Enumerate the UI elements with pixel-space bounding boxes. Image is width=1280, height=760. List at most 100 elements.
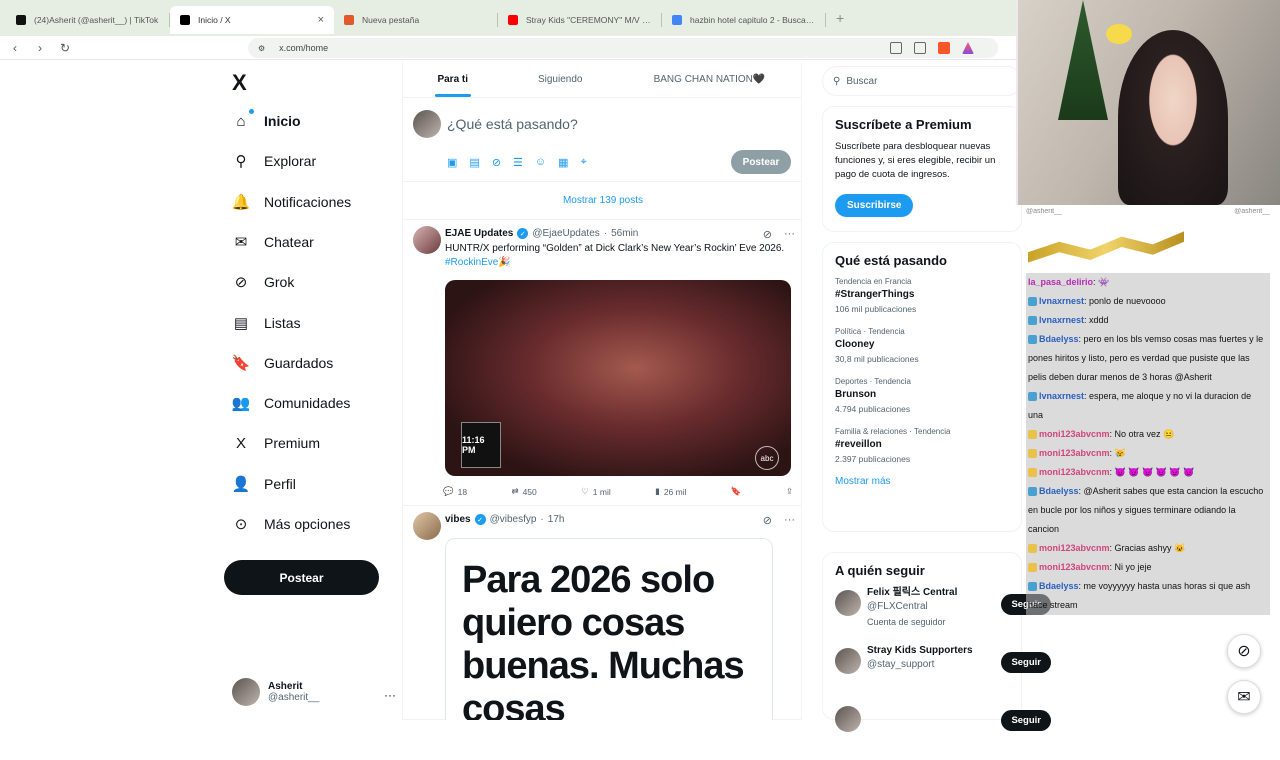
tweet[interactable]: EJAE Updates ✓ @EjaeUpdates · 56min ⊘ ··… bbox=[403, 220, 801, 506]
tweet-video[interactable]: 11:16 PM abc bbox=[445, 280, 791, 476]
account-switcher[interactable]: Asherit @asherit__ ··· bbox=[232, 678, 396, 706]
chat-message: moni123abvcnm: Gracias ashyy 😺 bbox=[1026, 539, 1270, 558]
post-button[interactable]: Postear bbox=[224, 560, 379, 595]
compose-tools: ▣ ▤ ⊘ ☰ ☺ ▦ ⌖ bbox=[447, 156, 587, 169]
tweet-handle[interactable]: @EjaeUpdates bbox=[532, 228, 599, 239]
account-name: Asherit bbox=[268, 681, 303, 692]
tweet-handle[interactable]: @vibesfyp bbox=[490, 514, 537, 525]
sidebar-item-label: Premium bbox=[264, 435, 321, 452]
compose-box: ¿Qué está pasando? ▣ ▤ ⊘ ☰ ☺ ▦ ⌖ Postear bbox=[403, 98, 801, 182]
site-info-icon[interactable]: ⚙ bbox=[258, 44, 265, 53]
mail-icon: ✉ bbox=[234, 233, 248, 251]
sidebar-item-perfil[interactable]: 👤 Perfil bbox=[232, 475, 296, 493]
subscribe-button[interactable]: Suscribirse bbox=[835, 194, 914, 217]
share-icon[interactable] bbox=[914, 42, 926, 54]
x-logo[interactable]: X bbox=[232, 70, 247, 96]
more-icon[interactable]: ··· bbox=[384, 688, 396, 702]
heart-icon: ♡ bbox=[581, 486, 589, 496]
sidebar-item-grok[interactable]: ⊘ Grok bbox=[232, 273, 295, 291]
bookmark-icon[interactable]: 🔖 bbox=[731, 486, 742, 497]
close-tab-icon[interactable]: × bbox=[318, 14, 324, 26]
sidebar-item-inicio[interactable]: ⌂ Inicio bbox=[232, 109, 301, 130]
tweet-author[interactable]: EJAE Updates bbox=[445, 228, 513, 239]
image-icon[interactable]: ▣ bbox=[447, 156, 457, 169]
compose-post-button[interactable]: Postear bbox=[731, 150, 791, 174]
tab-title: hazbin hotel capitulo 2 - Buscar con Goo… bbox=[690, 15, 816, 25]
forward-icon[interactable]: › bbox=[30, 41, 50, 55]
chat-username: moni123abvcnm bbox=[1039, 429, 1110, 439]
trend-topic: Brunson bbox=[835, 389, 877, 400]
messages-icon[interactable]: ✉ bbox=[1227, 680, 1261, 714]
like-button[interactable]: ♡ 1 mil bbox=[581, 486, 611, 497]
trend-item[interactable]: Política · Tendencia Clooney 30,8 mil publ… bbox=[835, 326, 1009, 366]
sidebar-item-notificaciones[interactable]: 🔔 Notificaciones bbox=[232, 193, 352, 211]
sidebar-item-chatear[interactable]: ✉ Chatear bbox=[232, 233, 314, 251]
brave-rewards-icon[interactable] bbox=[962, 42, 974, 54]
tab-following[interactable]: Siguiendo bbox=[503, 62, 618, 97]
tweet-time[interactable]: 17h bbox=[548, 514, 565, 525]
grok-icon[interactable]: ⊘ bbox=[763, 514, 772, 527]
sidebar-item-explorar[interactable]: ⚲ Explorar bbox=[232, 152, 317, 170]
location-icon[interactable]: ⌖ bbox=[581, 156, 587, 169]
trend-item[interactable]: Deportes · Tendencia Brunson 4.794 publica… bbox=[835, 376, 1009, 416]
tab-for-you[interactable]: Para ti bbox=[403, 62, 503, 97]
reload-icon[interactable]: ↻ bbox=[55, 41, 75, 55]
grok-icon[interactable]: ⊘ bbox=[492, 156, 501, 169]
show-more-link[interactable]: Mostrar más bbox=[835, 476, 1009, 487]
emoji-icon[interactable]: ☺ bbox=[535, 156, 546, 169]
show-posts-link[interactable]: Mostrar 139 posts bbox=[403, 182, 801, 220]
share-icon[interactable]: ⇪ bbox=[786, 486, 793, 497]
browser-tab[interactable]: Nueva pestaña bbox=[334, 6, 498, 34]
tab-bang-chan-nation[interactable]: BANG CHAN NATION🖤 bbox=[618, 62, 801, 97]
gif-icon[interactable]: ▤ bbox=[469, 156, 479, 169]
chat-message: la_pasa_delirio: 👾 bbox=[1026, 273, 1270, 292]
sidebar-item-listas[interactable]: ▤ Listas bbox=[232, 314, 301, 332]
back-icon[interactable]: ‹ bbox=[5, 41, 25, 55]
tweet-author[interactable]: vibes bbox=[445, 514, 471, 525]
search-input[interactable]: ⚲ Buscar bbox=[822, 66, 1022, 96]
trend-item[interactable]: Familia & relaciones · Tendencia #reveill… bbox=[835, 426, 1009, 466]
more-icon[interactable]: ··· bbox=[784, 514, 795, 527]
sidebar-item-label: Chatear bbox=[264, 233, 314, 250]
avatar bbox=[835, 648, 861, 674]
follow-suggestion[interactable]: Stray Kids Supporters @stay_support Seguir bbox=[835, 644, 1051, 702]
follow-button[interactable]: Seguir bbox=[1001, 710, 1051, 731]
browser-tab[interactable]: hazbin hotel capitulo 2 - Buscar con Goo… bbox=[662, 6, 826, 34]
more-icon[interactable]: ··· bbox=[784, 228, 795, 241]
new-tab-icon[interactable]: + bbox=[836, 10, 844, 26]
follow-suggestion[interactable]: Seguir bbox=[835, 702, 1051, 760]
trend-item[interactable]: Tendencia en Francia #StrangerThings 106 m… bbox=[835, 276, 1009, 316]
browser-tab[interactable]: Inicio / X × bbox=[170, 6, 334, 34]
cast-icon[interactable] bbox=[890, 42, 902, 54]
url-field[interactable]: ⚙ x.com/home bbox=[248, 38, 998, 58]
sidebar-item-m-s-opciones[interactable]: ⊙ Más opciones bbox=[232, 515, 351, 533]
tweet-image[interactable]: Para 2026 solo quiero cosas buenas. Much… bbox=[445, 538, 773, 720]
christmas-tree bbox=[1058, 0, 1108, 120]
people-icon: 👥 bbox=[231, 395, 251, 413]
trend-context: Deportes · Tendencia bbox=[835, 377, 911, 386]
compose-input[interactable]: ¿Qué está pasando? bbox=[447, 116, 578, 132]
sidebar-item-label: Comunidades bbox=[264, 395, 351, 412]
poll-icon[interactable]: ☰ bbox=[513, 156, 523, 169]
browser-tab[interactable]: Stray Kids "CEREMONY" M/V - YouTube bbox=[498, 6, 662, 34]
repost-button[interactable]: ⇄ 450 bbox=[511, 486, 536, 497]
hashtag-link[interactable]: #RockinEve🎉 bbox=[445, 257, 511, 268]
chat-message: lvnaxrnest: xddd bbox=[1026, 311, 1270, 330]
views-button[interactable]: ▮ 26 mil bbox=[655, 486, 686, 497]
sidebar-item-premium[interactable]: X Premium bbox=[232, 434, 320, 452]
schedule-icon[interactable]: ▦ bbox=[558, 156, 568, 169]
reply-button[interactable]: 💬 18 bbox=[443, 486, 467, 497]
views-icon: ▮ bbox=[655, 486, 660, 496]
chat-text: : Gracias ashyy 😺 bbox=[1109, 543, 1186, 553]
follow-button[interactable]: Seguir bbox=[1001, 652, 1051, 673]
grok-icon[interactable]: ⊘ bbox=[1227, 634, 1261, 668]
follow-suggestion[interactable]: Felix 필릭스 Central @FLXCentral Cuenta de se… bbox=[835, 586, 1051, 644]
grok-icon[interactable]: ⊘ bbox=[763, 228, 772, 241]
browser-tab[interactable]: (24)Asherit (@asherit__) | TikTok bbox=[6, 6, 170, 34]
brave-shield-icon[interactable] bbox=[938, 42, 950, 54]
sidebar-item-comunidades[interactable]: 👥 Comunidades bbox=[231, 394, 351, 413]
tweet[interactable]: vibes ✓ @vibesfyp · 17h ⊘ ··· Para 2026 … bbox=[403, 506, 801, 720]
more-icon: ⊙ bbox=[234, 516, 248, 533]
sidebar-item-guardados[interactable]: 🔖 Guardados bbox=[232, 354, 334, 372]
tweet-time[interactable]: 56min bbox=[611, 228, 638, 239]
